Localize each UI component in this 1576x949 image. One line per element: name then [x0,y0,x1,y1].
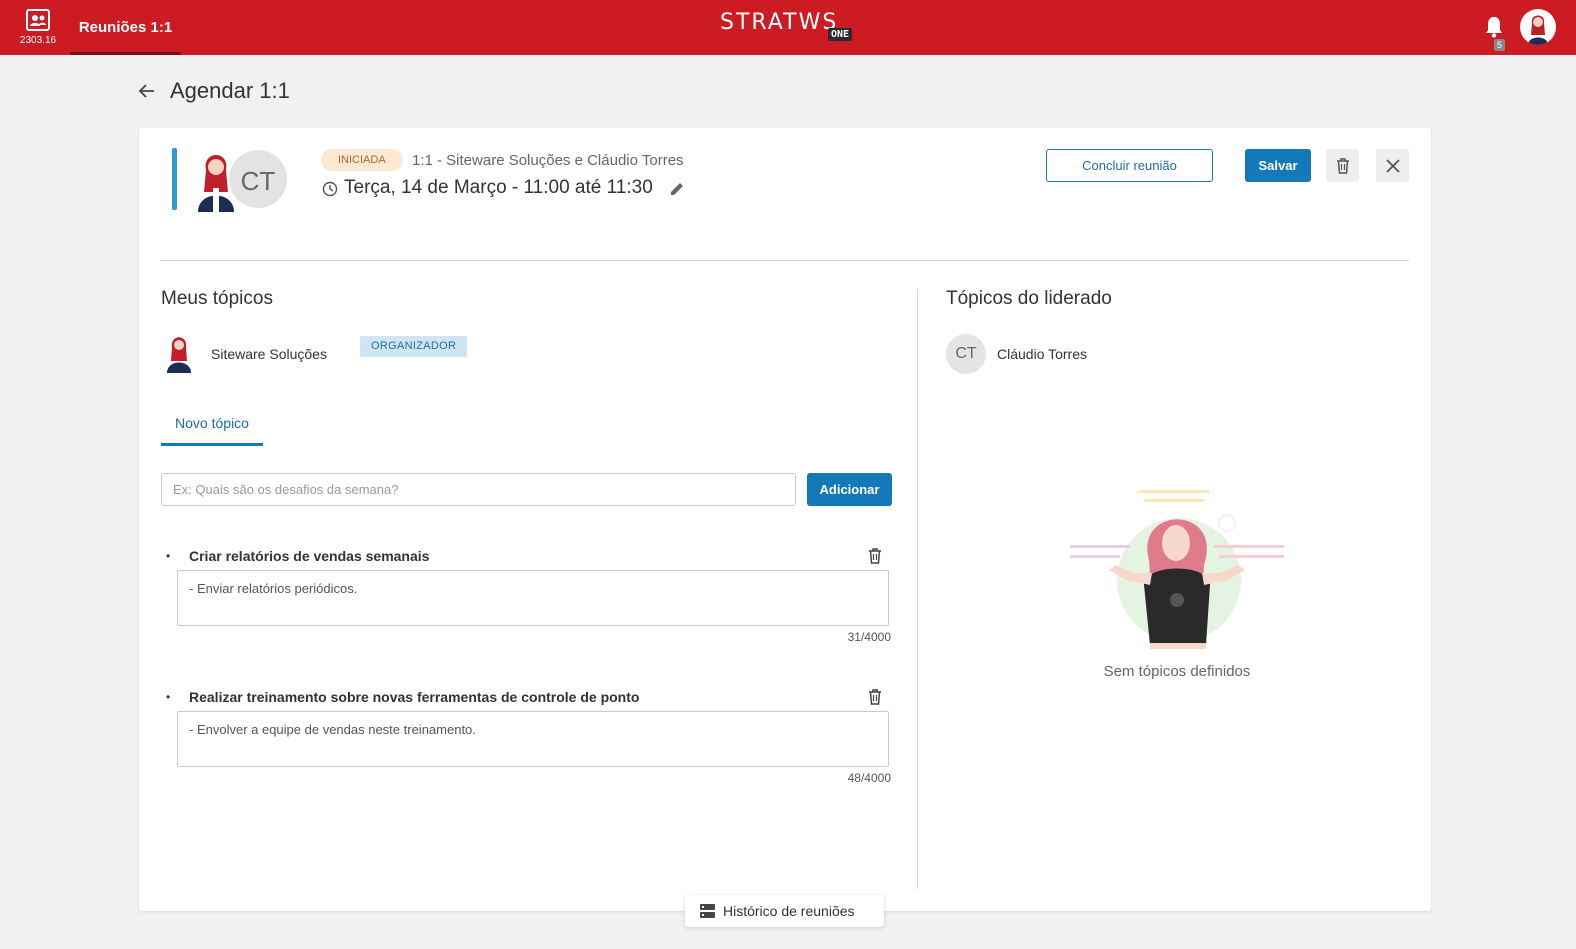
topic-note-field[interactable]: - Enviar relatórios periódicos. [177,570,889,626]
conclude-meeting-button[interactable]: Concluir reunião [1046,149,1213,182]
meeting-title: 1:1 - Siteware Soluções e Cláudio Torres [412,152,684,169]
trash-icon [1336,157,1349,174]
clock-icon [322,181,338,197]
bullet: • [166,549,171,563]
logo-badge: ONE [828,28,853,41]
led-person-name: Cláudio Torres [997,346,1088,362]
logo-text: STRATWS [720,10,839,35]
user-avatar[interactable] [1520,9,1556,45]
stratws-logo[interactable]: STRATWS ONE [720,8,860,44]
trash-icon[interactable] [867,547,883,565]
organizer-name: Siteware Soluções [211,346,327,362]
empty-state-illustration [1070,490,1284,649]
topic-note-field[interactable]: - Envolver a equipe de vendas neste trei… [177,711,889,767]
contacts-icon [26,9,50,31]
new-topic-input[interactable] [161,473,796,506]
divider [161,260,1409,261]
edit-pencil-icon[interactable] [668,180,686,198]
meeting-history-button[interactable]: Histórico de reuniões [685,895,884,927]
history-label: Histórico de reuniões [723,903,855,919]
close-icon [1385,158,1400,173]
close-button[interactable] [1376,149,1409,182]
notification-count: 5 [1494,39,1506,51]
meeting-card: CT INICIADA 1:1 - Siteware Soluções e Cl… [139,128,1431,911]
avatar-person-icon [1528,15,1548,45]
column-divider [917,289,918,889]
char-counter: 48/4000 [847,771,891,785]
organizer-small-avatar [167,337,191,373]
accent-bar [172,148,177,210]
bullet: • [166,690,171,704]
top-bar: 2303.16 Reuniões 1:1 STRATWS ONE 5 [0,0,1576,55]
tab-reunioes[interactable]: Reuniões 1:1 [70,0,181,55]
leader-initials-avatar: CT [227,148,289,210]
led-topics-heading: Tópicos do liderado [946,288,1112,309]
topic-title: Realizar treinamento sobre novas ferrame… [189,689,640,705]
save-button[interactable]: Salvar [1245,149,1311,182]
page-title: Agendar 1:1 [170,78,290,103]
tab-new-topic[interactable]: Novo tópico [161,410,263,446]
history-list-icon [700,904,715,918]
meeting-datetime: Terça, 14 de Março - 11:00 até 11:30 [344,177,653,198]
char-counter: 31/4000 [847,630,891,644]
delete-meeting-button[interactable] [1326,149,1359,182]
organizer-role-badge: ORGANIZADOR [360,336,468,357]
trash-icon[interactable] [867,688,883,706]
add-topic-button[interactable]: Adicionar [807,473,892,506]
status-badge: INICIADA [321,149,403,171]
led-initials-avatar: CT [946,334,986,374]
app-code: 2303.16 [19,35,57,46]
app-home-button[interactable]: 2303.16 [14,6,62,50]
back-arrow-icon[interactable] [137,81,157,101]
topic-title: Criar relatórios de vendas semanais [189,548,430,564]
my-topics-heading: Meus tópicos [161,288,273,309]
empty-state-text: Sem tópicos definidos [1103,663,1251,680]
bell-icon[interactable] [1483,15,1505,39]
